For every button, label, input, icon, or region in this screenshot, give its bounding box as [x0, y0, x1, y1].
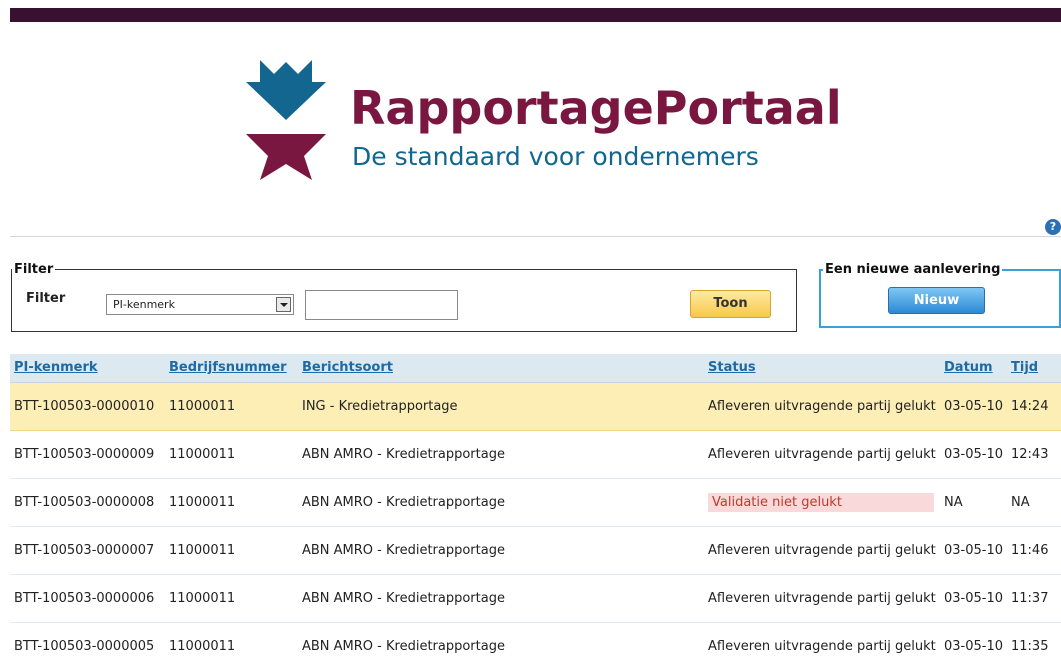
cell-tijd: 14:24 [1007, 382, 1061, 431]
table-row[interactable]: BTT-100503-0000007 11000011 ABN AMRO - K… [10, 526, 1061, 575]
cell-pi-kenmerk: BTT-100503-0000009 [10, 430, 165, 479]
filter-legend: Filter [14, 262, 54, 277]
column-header-pi-kenmerk[interactable]: PI-kenmerk [10, 354, 165, 383]
cell-bedrijfsnummer: 11000011 [165, 478, 298, 527]
cell-berichtsoort: ABN AMRO - Kredietrapportage [298, 574, 704, 623]
help-icon[interactable]: ? [1045, 219, 1061, 235]
cell-tijd: NA [1007, 478, 1061, 527]
cell-tijd: 11:37 [1007, 574, 1061, 623]
cell-pi-kenmerk: BTT-100503-0000006 [10, 574, 165, 623]
cell-status: Afleveren uitvragende partij gelukt [704, 622, 940, 667]
header-divider [10, 236, 1061, 237]
column-header-berichtsoort[interactable]: Berichtsoort [298, 354, 704, 383]
cell-bedrijfsnummer: 11000011 [165, 430, 298, 479]
cell-datum: 03-05-10 [940, 382, 1007, 431]
cell-status: Afleveren uitvragende partij gelukt [704, 574, 940, 623]
cell-berichtsoort: ABN AMRO - Kredietrapportage [298, 478, 704, 527]
filter-label: Filter [26, 291, 66, 306]
column-header-datum[interactable]: Datum [940, 354, 1007, 383]
cell-status: Afleveren uitvragende partij gelukt [704, 526, 940, 575]
cell-bedrijfsnummer: 11000011 [165, 526, 298, 575]
cell-status: Validatie niet gelukt [704, 478, 940, 527]
cell-datum: 03-05-10 [940, 430, 1007, 479]
column-header-status[interactable]: Status [704, 354, 940, 383]
brand-title: RapportagePortaal [350, 81, 842, 135]
table-header-row: PI-kenmerk Bedrijfsnummer Berichtsoort S… [10, 354, 1061, 383]
cell-status: Afleveren uitvragende partij gelukt [704, 430, 940, 479]
table-row[interactable]: BTT-100503-0000009 11000011 ABN AMRO - K… [10, 430, 1061, 479]
cell-tijd: 11:46 [1007, 526, 1061, 575]
cell-datum: NA [940, 478, 1007, 527]
cell-bedrijfsnummer: 11000011 [165, 574, 298, 623]
filter-field-select[interactable]: PI-kenmerk [106, 294, 294, 315]
brand-logo: RapportagePortaal De standaard voor onde… [246, 60, 846, 180]
cell-berichtsoort: ABN AMRO - Kredietrapportage [298, 526, 704, 575]
chevron-down-icon[interactable] [276, 297, 291, 312]
table-row[interactable]: BTT-100503-0000006 11000011 ABN AMRO - K… [10, 574, 1061, 623]
cell-berichtsoort: ING - Kredietrapportage [298, 382, 704, 431]
brand-subtitle: De standaard voor ondernemers [352, 142, 759, 171]
table-row[interactable]: BTT-100503-0000010 11000011 ING - Kredie… [10, 382, 1061, 431]
cell-berichtsoort: ABN AMRO - Kredietrapportage [298, 622, 704, 667]
table-row[interactable]: BTT-100503-0000005 11000011 ABN AMRO - K… [10, 622, 1061, 667]
cell-pi-kenmerk: BTT-100503-0000010 [10, 382, 165, 431]
cell-status: Afleveren uitvragende partij gelukt [704, 382, 940, 431]
cell-tijd: 11:35 [1007, 622, 1061, 667]
nieuw-button[interactable]: Nieuw [888, 287, 985, 314]
cell-pi-kenmerk: BTT-100503-0000008 [10, 478, 165, 527]
column-header-tijd[interactable]: Tijd [1007, 354, 1061, 383]
toon-button[interactable]: Toon [690, 290, 771, 318]
cell-pi-kenmerk: BTT-100503-0000007 [10, 526, 165, 575]
cell-datum: 03-05-10 [940, 526, 1007, 575]
cell-pi-kenmerk: BTT-100503-0000005 [10, 622, 165, 667]
cell-tijd: 12:43 [1007, 430, 1061, 479]
filter-value-input[interactable] [305, 290, 458, 320]
status-error-badge: Validatie niet gelukt [708, 492, 934, 512]
cell-bedrijfsnummer: 11000011 [165, 382, 298, 431]
cell-berichtsoort: ABN AMRO - Kredietrapportage [298, 430, 704, 479]
filter-select-value: PI-kenmerk [113, 298, 175, 311]
cell-bedrijfsnummer: 11000011 [165, 622, 298, 667]
top-banner-bar [10, 8, 1061, 22]
table-row[interactable]: BTT-100503-0000008 11000011 ABN AMRO - K… [10, 478, 1061, 527]
column-header-bedrijfsnummer[interactable]: Bedrijfsnummer [165, 354, 298, 383]
cell-datum: 03-05-10 [940, 574, 1007, 623]
cell-datum: 03-05-10 [940, 622, 1007, 667]
logo-arrows-icon [246, 60, 326, 180]
deliveries-table: PI-kenmerk Bedrijfsnummer Berichtsoort S… [10, 354, 1061, 667]
new-delivery-legend: Een nieuwe aanlevering [825, 262, 1001, 277]
